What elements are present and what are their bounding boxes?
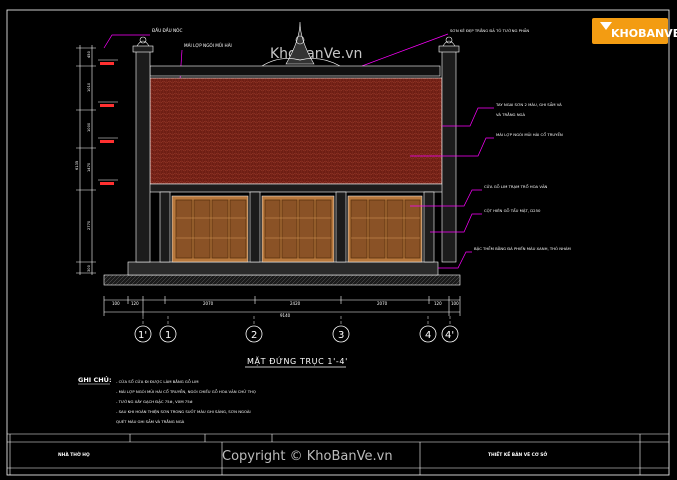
axis-label-3: 3	[338, 330, 344, 341]
label-top-right: SƠN KẺ ĐẸP TRẮNG ĐÃ TÔ TƯỜNG PHẦN	[450, 28, 529, 33]
vertical-dimensions: 450 1010 1000 1470 2770 300 6135	[75, 45, 118, 275]
notes-line-3: - SAU KHI HOÀN THIỆN SƠN TRONG SUỐT MÀU …	[116, 409, 251, 414]
dim-left-total: 6135	[75, 161, 79, 170]
dim-bottom-0: 100	[112, 301, 120, 306]
logo-text: KHOBANVE	[611, 27, 677, 40]
dim-left-5: 300	[87, 264, 91, 272]
dim-bottom-total: 9140	[280, 313, 291, 318]
label-bac-them: BẬC THỀM BẰNG ĐÁ PHIẾN MÀU XANH, THÔ NHÁ…	[474, 245, 571, 251]
dim-left-2: 1000	[87, 122, 91, 132]
roof	[149, 77, 443, 185]
dim-left-4: 2770	[87, 220, 91, 230]
label-dau-dau-noc: ĐẦU ĐẦU NÓC	[152, 28, 182, 33]
axis-label-1: 1	[165, 330, 171, 341]
label-tay-ngai: TAY NGAI SƠN 2 MÀU, GHI SẦM VÀ	[495, 102, 562, 107]
axis-label-2: 2	[251, 330, 257, 341]
title-block-right: THIẾT KẾ BẢN VẼ CƠ SỞ	[488, 450, 547, 458]
dim-bottom-3: 2420	[290, 301, 301, 306]
label-mai-lop-ngoi: MÁI LỢP NGÓI MŨI HÀI CỔ TRUYỀN	[496, 132, 563, 137]
label-cot-hien: CỘT HIÊN GỖ TẨU MẬT, D250	[484, 208, 541, 213]
dim-bottom-2: 2070	[203, 301, 214, 306]
eave-beam	[139, 183, 453, 193]
pillar-right	[438, 36, 460, 263]
pillar-left	[132, 36, 154, 263]
stair-step	[127, 261, 439, 276]
notes-line-1: - MÁI LỢP NGÓI MŨI HÀI CỔ TRUYỀN, NGÓI C…	[116, 388, 256, 394]
drawing-title: MẶT ĐỨNG TRỤC 1'-4'	[247, 355, 348, 367]
label-tay-ngai-2: VÀ TRẮNG NGÀ	[496, 112, 525, 117]
notes: GHI CHÚ: - CỬA SỔ CỬA ĐI ĐƯỢC LÀM BẰNG G…	[78, 375, 256, 424]
notes-heading: GHI CHÚ:	[78, 375, 112, 384]
notes-line-4: QUÉT MÀU GHI SẦM VÀ TRẮNG NGÀ	[116, 419, 185, 424]
notes-line-0: - CỬA SỔ CỬA ĐI ĐƯỢC LÀM BẰNG GỖ LIM	[116, 379, 199, 384]
dim-bottom-4: 2070	[377, 301, 388, 306]
label-cua-go: CỬA GỖ LIM TRẠM TRỔ HOA VĂN	[484, 184, 548, 189]
axis-markers: 1' 1 2 3 4 4'	[134, 316, 459, 343]
dim-left-0: 450	[87, 50, 91, 58]
door-center	[261, 195, 335, 263]
axis-label-0: 1'	[138, 330, 147, 341]
dim-bottom-1: 120	[131, 301, 139, 306]
dim-bottom-5: 120	[434, 301, 442, 306]
dim-left-3: 1470	[87, 162, 91, 172]
logo: KHOBANVE	[592, 18, 677, 44]
dim-bottom-6: 100	[451, 301, 459, 306]
axis-label-5: 4'	[445, 330, 454, 341]
watermark-top: KhoBanVe.vn	[270, 46, 362, 62]
label-mai-lop: MÁI LỢP NGÓI MŨI HÀI	[184, 43, 232, 48]
notes-line-2: - TƯỜNG XÂY GẠCH ĐẶC 75#, VXM 75#	[116, 399, 193, 404]
ground-base	[103, 274, 461, 286]
elevation-drawing: KHOBANVE KhoBanVe.vn ĐẦU ĐẦU NÓC MÁI LỢP…	[6, 9, 677, 476]
title-block-left: NHÀ THỜ HỌ	[58, 451, 90, 458]
axis-label-4: 4	[425, 330, 431, 341]
door-left	[171, 195, 249, 263]
dim-left-1: 1010	[87, 82, 91, 92]
watermark-bottom: Copyright © KhoBanVe.vn	[222, 449, 393, 464]
